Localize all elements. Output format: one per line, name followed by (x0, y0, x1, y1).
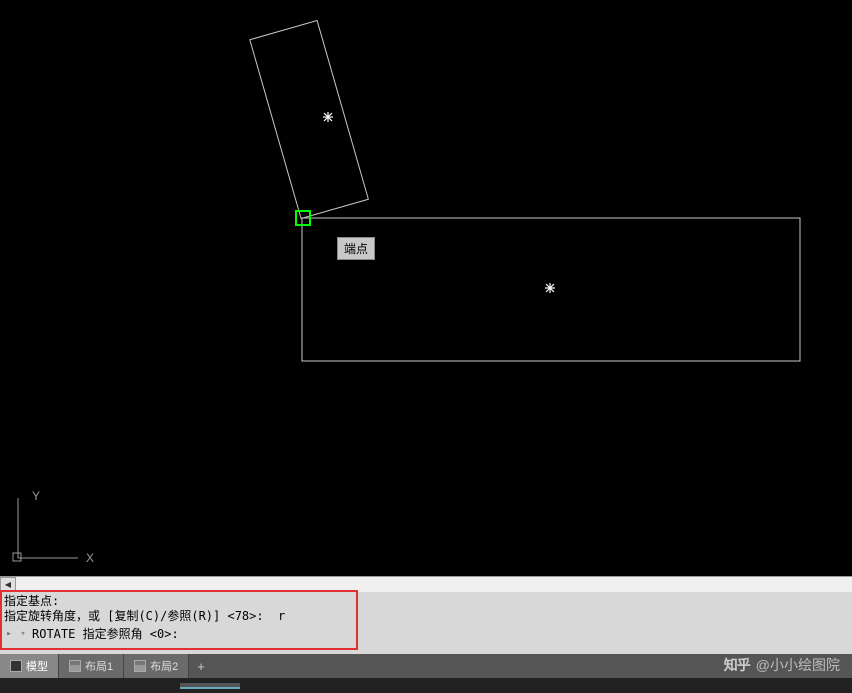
layout2-tab-icon (134, 660, 146, 672)
tab-model[interactable]: 模型 (0, 654, 59, 678)
tab-layout2[interactable]: 布局2 (124, 654, 189, 678)
point-marker-2 (545, 283, 555, 293)
tab-layout2-label: 布局2 (150, 658, 178, 674)
command-prompt-text: ROTATE 指定参照角 <0>: (32, 626, 179, 642)
horizontal-scrollbar[interactable]: ◀ (0, 576, 852, 592)
drawing-svg: Y X (0, 0, 852, 576)
watermark-user: @小小绘图院 (756, 655, 840, 675)
layout1-tab-icon (69, 660, 81, 672)
drawing-canvas[interactable]: Y X 端点 (0, 0, 852, 576)
watermark: 知乎 @小小绘图院 (724, 655, 840, 675)
zhihu-logo-icon: 知乎 (724, 655, 750, 675)
snap-tooltip: 端点 (337, 237, 375, 260)
command-history-line-1: 指定基点: (4, 594, 848, 609)
tab-layout1[interactable]: 布局1 (59, 654, 124, 678)
tab-add-layout[interactable]: + (189, 654, 213, 678)
os-taskbar (0, 678, 852, 693)
command-history-line-2: 指定旋转角度，或 [复制(C)/参照(R)] <78>: r (4, 609, 848, 624)
rectangle-rotated (250, 20, 369, 218)
command-expand-icon: ▾ (18, 629, 28, 639)
svg-text:X: X (86, 551, 94, 565)
tab-model-label: 模型 (26, 658, 48, 674)
command-input-line[interactable]: ▸ ▾ ROTATE 指定参照角 <0>: (4, 626, 848, 642)
command-prompt-icon: ▸ (4, 629, 14, 639)
ucs-icon: Y X (13, 489, 94, 565)
taskbar-app-indicator[interactable] (180, 683, 240, 689)
point-marker-1 (323, 112, 333, 122)
model-tab-icon (10, 660, 22, 672)
tab-layout1-label: 布局1 (85, 658, 113, 674)
scroll-left-arrow[interactable]: ◀ (0, 577, 16, 593)
command-window[interactable]: 指定基点: 指定旋转角度，或 [复制(C)/参照(R)] <78>: r ▸ ▾… (0, 592, 852, 654)
svg-text:Y: Y (32, 489, 40, 503)
